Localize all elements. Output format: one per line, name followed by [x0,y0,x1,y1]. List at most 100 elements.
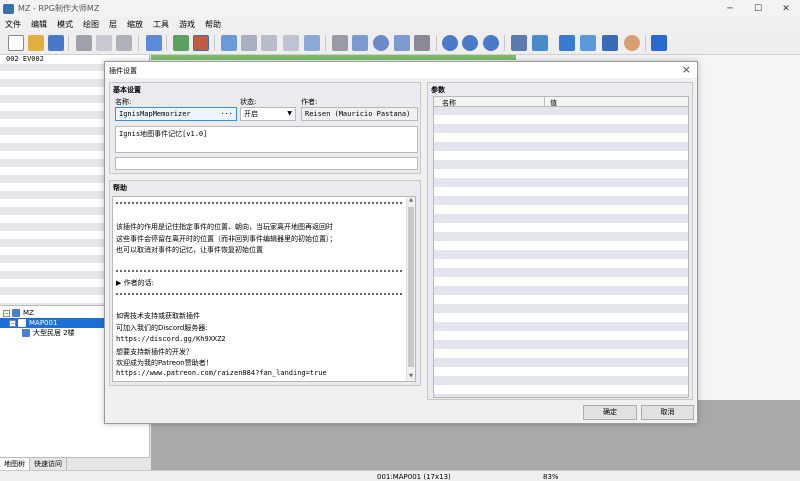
sound-test-icon[interactable] [559,35,575,51]
plugin-name-field[interactable]: IgnisMapMemorizer ··· [115,107,237,121]
tab-quick-access[interactable]: 快速访问 [30,458,67,470]
basic-settings-title: 基本设置 [113,86,141,94]
toolbar-separator [436,35,437,51]
basic-settings-group: 基本设置 名称: IgnisMapMemorizer ··· 状态: 开启 ▼ … [109,82,421,174]
map-icon [18,319,26,327]
cancel-button[interactable]: 取消 [641,405,694,420]
layer-auto-icon[interactable] [304,35,320,51]
author-label: 作者: [301,98,318,106]
fill-icon[interactable] [394,35,410,51]
menu-help[interactable]: 帮助 [200,19,226,30]
status-label: 状态: [240,98,257,106]
window-controls: ─ ☐ ✕ [716,0,800,17]
help-text-area[interactable]: 该插件的作用是记住指定事件的位置、朝向，当玩家离开地图再返回时 这些事件会停留在… [112,196,416,382]
name-label: 名称: [115,98,132,106]
help-separator [116,202,402,204]
toolbar-separator [645,35,646,51]
app-icon [3,3,14,14]
menu-game[interactable]: 游戏 [174,19,200,30]
collapse-icon[interactable]: − [3,309,10,317]
ok-button[interactable]: 确定 [583,405,637,420]
event-mode-icon[interactable] [193,35,209,51]
description-field[interactable]: Ignis地图事件记忆[v1.0] [115,126,418,153]
ellipse-icon[interactable] [373,35,389,51]
plugin-manager-icon[interactable] [532,35,548,51]
save-project-icon[interactable] [48,35,64,51]
layer-a-icon[interactable] [221,35,237,51]
help-scrollbar[interactable]: ▲ ▼ [406,197,415,381]
menu-draw[interactable]: 绘图 [78,19,104,30]
parameters-group: 参数 名称 值 [427,82,693,400]
menu-file[interactable]: 文件 [0,19,26,30]
tab-map-tree[interactable]: 地图树 [0,458,30,470]
menu-tools[interactable]: 工具 [148,19,174,30]
menu-edit[interactable]: 编辑 [26,19,52,30]
paste-icon[interactable] [116,35,132,51]
help-line: 该插件的作用是记住指定事件的位置、朝向，当玩家离开地图再返回时 [116,223,333,231]
rectangle-icon[interactable] [352,35,368,51]
help-line: 可加入我们的Discord服务器: [116,324,208,332]
scroll-down-icon[interactable]: ▼ [407,373,415,381]
menu-layer[interactable]: 层 [104,19,122,30]
browse-icon[interactable]: ··· [220,108,233,120]
dialog-close-icon[interactable]: × [682,63,691,76]
tree-item-label: 大型民居 2楼 [33,329,75,337]
scroll-thumb[interactable] [408,207,414,367]
event-searcher-icon[interactable] [580,35,596,51]
collapse-icon[interactable]: − [9,319,16,327]
left-tabs: 地图树 快速访问 [0,457,150,470]
close-button[interactable]: ✕ [772,0,800,17]
new-project-icon[interactable] [8,35,24,51]
parameters-header: 名称 值 [434,97,688,107]
playtest-icon[interactable] [651,35,667,51]
help-line: 欢迎成为我的Patreon赞助者！ [116,359,213,367]
shadow-pen-icon[interactable] [414,35,430,51]
parameters-list[interactable]: 名称 值 [433,96,689,398]
menu-mode[interactable]: 模式 [52,19,78,30]
database-icon[interactable] [511,35,527,51]
map-mode-icon[interactable] [173,35,189,51]
undo-icon[interactable] [146,35,162,51]
maximize-button[interactable]: ☐ [744,0,772,17]
zoom-out-icon[interactable] [462,35,478,51]
extra-field[interactable] [115,157,418,170]
toolbar [0,31,800,55]
dialog-title-bar: 插件设置 × [105,62,697,78]
resource-manager-icon[interactable] [602,35,618,51]
column-divider [544,97,545,107]
dialog-title: 插件设置 [109,67,137,75]
status-select[interactable]: 开启 ▼ [240,107,296,121]
menu-zoom[interactable]: 缩放 [122,19,148,30]
title-bar: MZ - RPG制作大师MZ ─ ☐ ✕ [0,0,800,17]
open-project-icon[interactable] [28,35,44,51]
project-icon [12,309,20,317]
plugin-name-value: IgnisMapMemorizer [119,110,191,118]
status-zoom: 83% [543,473,559,481]
help-line: 这些事件会停留在离开时的位置（而非回到事件编辑器里的初始位置）； [116,235,337,243]
column-name-header[interactable]: 名称 [442,98,456,108]
layer-d-icon[interactable] [283,35,299,51]
toolbar-separator [325,35,326,51]
help-line: 也可以取消对事件的记忆，让事件恢复初始位置 [116,246,263,254]
description-value: Ignis地图事件记忆[v1.0] [119,130,208,138]
author-value: Reisen (Mauricio Pastana) [305,110,411,118]
window-title: MZ - RPG制作大师MZ [18,4,100,13]
author-field: Reisen (Mauricio Pastana) [301,107,418,121]
help-line: https://discord.gg/Kh9XXZ2 [116,335,226,343]
zoom-in-icon[interactable] [442,35,458,51]
layer-c-icon[interactable] [261,35,277,51]
column-value-header[interactable]: 值 [550,98,557,108]
scroll-up-icon[interactable]: ▲ [407,197,415,205]
tree-item-label: MZ [23,309,34,317]
menu-bar: 文件 编辑 模式 绘图 层 缩放 工具 游戏 帮助 [0,17,800,31]
zoom-actual-icon[interactable] [483,35,499,51]
map-tiles [151,55,516,60]
minimize-button[interactable]: ─ [716,0,744,17]
copy-icon[interactable] [96,35,112,51]
layer-b-icon[interactable] [241,35,257,51]
character-generator-icon[interactable] [624,35,640,51]
parameters-title: 参数 [431,86,445,94]
pencil-icon[interactable] [332,35,348,51]
cut-icon[interactable] [76,35,92,51]
plugin-settings-dialog: 插件设置 × 基本设置 名称: IgnisMapMemorizer ··· 状态… [104,61,698,424]
